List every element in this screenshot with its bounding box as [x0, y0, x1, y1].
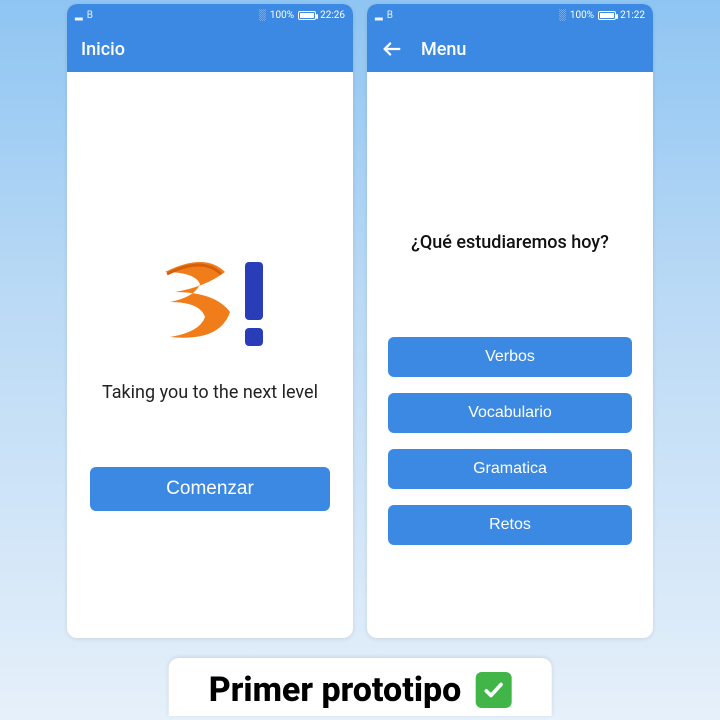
status-bar: ▂ B ░ 100% 22:26 — [67, 4, 353, 26]
app-logo — [145, 242, 275, 352]
checkmark-icon — [475, 672, 511, 708]
phone-menu: ▂ B ░ 100% 21:22 Menu ¿Qué estudiaremos … — [367, 4, 653, 638]
battery-percent: 100% — [570, 10, 594, 21]
clock-label: 21:22 — [620, 10, 645, 21]
battery-icon — [598, 11, 616, 20]
status-left: ▂ B — [75, 10, 93, 21]
battery-icon — [298, 11, 316, 20]
vibrate-icon: ░ — [559, 10, 566, 21]
page-title: Inicio — [81, 39, 125, 60]
app-bar: Inicio — [67, 26, 353, 72]
phone-inicio: ▂ B ░ 100% 22:26 Inicio — [67, 4, 353, 638]
signal-icon: ▂ — [375, 10, 383, 21]
status-left: ▂ B — [375, 10, 393, 21]
option-verbos[interactable]: Verbos — [388, 337, 632, 377]
back-arrow-icon[interactable] — [381, 38, 403, 60]
menu-question: ¿Qué estudiaremos hoy? — [411, 232, 609, 253]
start-button[interactable]: Comenzar — [90, 467, 330, 511]
status-bar: ▂ B ░ 100% 21:22 — [367, 4, 653, 26]
tagline: Taking you to the next level — [102, 382, 318, 403]
option-retos[interactable]: Retos — [388, 505, 632, 545]
battery-percent: 100% — [270, 10, 294, 21]
menu-options: Verbos Vocabulario Gramatica Retos — [388, 337, 632, 545]
option-gramatica[interactable]: Gramatica — [388, 449, 632, 489]
app-bar: Menu — [367, 26, 653, 72]
caption-text: Primer prototipo — [209, 670, 462, 710]
carrier-label: B — [87, 10, 93, 21]
status-right: ░ 100% 22:26 — [259, 10, 345, 21]
vibrate-icon: ░ — [259, 10, 266, 21]
clock-label: 22:26 — [320, 10, 345, 21]
signal-icon: ▂ — [75, 10, 83, 21]
option-vocabulario[interactable]: Vocabulario — [388, 393, 632, 433]
carrier-label: B — [387, 10, 393, 21]
caption-banner: Primer prototipo — [169, 658, 552, 716]
status-right: ░ 100% 21:22 — [559, 10, 645, 21]
page-title: Menu — [421, 39, 466, 60]
